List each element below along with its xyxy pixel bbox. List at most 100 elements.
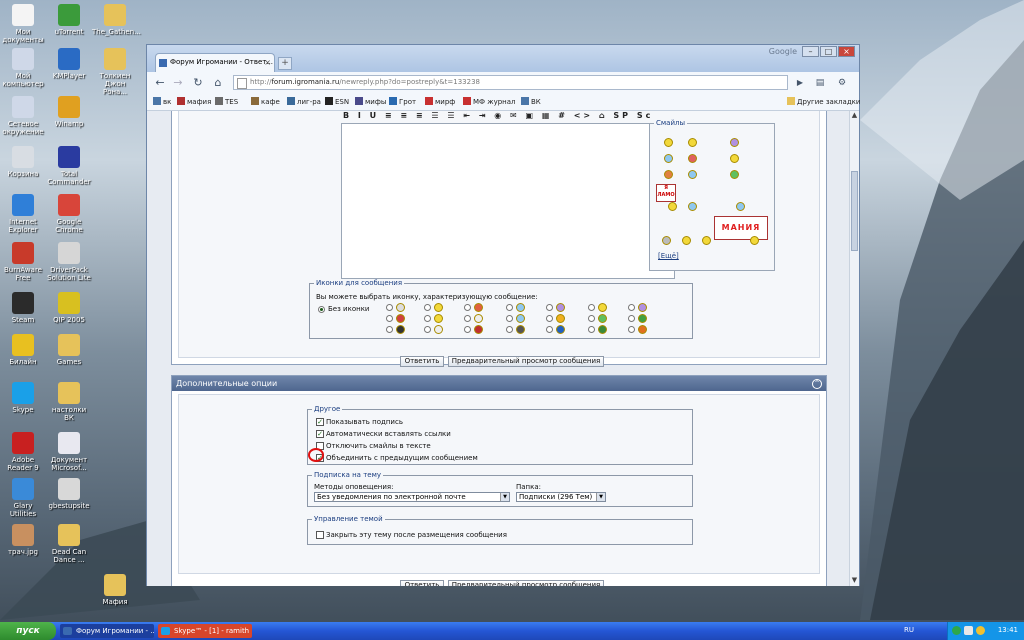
notify-method-select[interactable]: Без уведомления по электронной почте ▼ — [314, 492, 510, 502]
desktop-icon[interactable]: uTorrent — [46, 4, 92, 36]
desktop-icon[interactable]: настолки ВК — [46, 382, 92, 422]
new-tab-button[interactable]: + — [278, 57, 292, 70]
editor-toolbar[interactable]: B I U ≡ ≡ ≡ ☰ ☰ ⇤ ⇥ ◉ ✉ ▣ ▦ # <> ⌂ SP Sc — [343, 111, 653, 120]
close-tab-icon[interactable]: × — [264, 54, 271, 71]
desktop-icon[interactable]: QIP 2005 — [46, 292, 92, 324]
post-icon-radio[interactable] — [506, 326, 513, 333]
desktop-icon[interactable]: Games — [46, 334, 92, 366]
bookmark-item[interactable]: кафе — [251, 97, 280, 106]
submit-reply-button-bottom[interactable]: Ответить — [400, 580, 444, 586]
post-icon-radio[interactable] — [424, 315, 431, 322]
no-icon-radio[interactable] — [318, 306, 325, 313]
post-icon-radio[interactable] — [588, 304, 595, 311]
desktop-icon[interactable]: Internet Explorer — [0, 194, 46, 234]
submit-reply-button[interactable]: Ответить — [400, 356, 444, 367]
desktop-icon[interactable]: Билайн — [0, 334, 46, 366]
desktop-icon[interactable]: Skype — [0, 382, 46, 414]
desktop-icon[interactable]: Толкиен Джон Рона... — [92, 48, 138, 96]
scroll-down-icon[interactable]: ▼ — [850, 576, 859, 586]
additional-options-header[interactable]: Дополнительные опции ^ — [172, 376, 826, 391]
smiley-icon[interactable] — [664, 154, 673, 163]
bookmark-item[interactable]: TES — [215, 97, 238, 106]
maximize-button[interactable]: □ — [820, 46, 837, 57]
smiley-icon[interactable] — [664, 170, 673, 179]
post-icon-radio[interactable] — [546, 315, 553, 322]
desktop-icon[interactable]: DriverPack Solution Lite — [46, 242, 92, 282]
page-menu-icon[interactable]: ▤ — [813, 76, 827, 90]
desktop-icon[interactable]: трач.jpg — [0, 524, 46, 556]
bookmark-item[interactable]: лиг-ра — [287, 97, 321, 106]
post-icon-radio[interactable] — [546, 326, 553, 333]
desktop-icon[interactable]: BurnAware Free — [0, 242, 46, 282]
smiley-icon[interactable] — [730, 154, 739, 163]
post-icon-radio[interactable] — [464, 304, 471, 311]
mania-smiley-icon[interactable]: МАНИЯ — [714, 216, 768, 240]
desktop-icon[interactable]: Winamp — [46, 96, 92, 128]
taskbar-task[interactable]: Форум Игромании - ... — [60, 624, 154, 638]
desktop-icon[interactable]: KMPlayer — [46, 48, 92, 80]
close-thread-checkbox[interactable] — [316, 531, 324, 539]
desktop-icon[interactable]: gbestupsite — [46, 478, 92, 510]
post-icon-radio[interactable] — [464, 326, 471, 333]
smiley-icon[interactable] — [662, 236, 671, 245]
start-button[interactable]: пуск — [0, 622, 56, 640]
home-icon[interactable]: ⌂ — [211, 76, 225, 90]
desktop-icon[interactable]: Корзина — [0, 146, 46, 178]
preview-post-button[interactable]: Предварительный просмотр сообщения — [448, 356, 604, 367]
post-icon-radio[interactable] — [386, 326, 393, 333]
desktop-icon[interactable]: Google Chrome — [46, 194, 92, 234]
desktop-icon[interactable]: Glary Utilities — [0, 478, 46, 518]
taskbar-task[interactable]: Skype™ - [1] - ramith — [158, 624, 252, 638]
post-icon-radio[interactable] — [506, 304, 513, 311]
desktop-icon[interactable]: Мой компьютер — [0, 48, 46, 88]
smiley-icon[interactable] — [664, 138, 673, 147]
sign-smiley-icon[interactable]: Я ЛАМО — [656, 184, 676, 202]
smiley-icon[interactable] — [682, 236, 691, 245]
reload-icon[interactable]: ↻ — [191, 76, 205, 90]
smiley-icon[interactable] — [750, 236, 759, 245]
post-icon-radio[interactable] — [588, 315, 595, 322]
language-indicator[interactable]: RU — [904, 626, 914, 634]
auto-links-checkbox[interactable]: ✓ — [316, 430, 324, 438]
post-icon-radio[interactable] — [628, 304, 635, 311]
go-arrow-icon[interactable]: ▶ — [793, 76, 807, 90]
post-icon-radio[interactable] — [588, 326, 595, 333]
show-signature-checkbox[interactable]: ✓ — [316, 418, 324, 426]
bookmark-item[interactable]: ВК — [521, 97, 541, 106]
message-textarea[interactable] — [341, 123, 675, 279]
post-icon-radio[interactable] — [424, 304, 431, 311]
post-icon-radio[interactable] — [424, 326, 431, 333]
address-bar[interactable]: http://forum.igromania.ru/newreply.php?d… — [233, 75, 788, 90]
scrollbar-thumb[interactable] — [851, 171, 858, 251]
post-icon-radio[interactable] — [628, 315, 635, 322]
desktop-icon[interactable]: Мои документы — [0, 4, 46, 44]
scroll-up-icon[interactable]: ▲ — [850, 111, 859, 121]
desktop-icon[interactable]: The_Gathen... — [92, 4, 141, 36]
post-icon-radio[interactable] — [464, 315, 471, 322]
collapse-icon[interactable]: ^ — [812, 379, 822, 389]
desktop-icon[interactable]: Мафия — [92, 574, 138, 606]
desktop-icon[interactable]: Сетевое окружение — [0, 96, 46, 136]
desktop-icon[interactable]: Steam — [0, 292, 46, 324]
desktop-icon[interactable]: Документ Microsof... — [46, 432, 92, 472]
wrench-icon[interactable]: ⚙ — [835, 76, 849, 90]
more-smilies-link[interactable]: [Ещё] — [658, 252, 679, 260]
bookmark-item[interactable]: МФ журнал — [463, 97, 516, 106]
post-icon-radio[interactable] — [546, 304, 553, 311]
desktop-icon[interactable]: Adobe Reader 9 — [0, 432, 46, 472]
post-icon-radio[interactable] — [628, 326, 635, 333]
folder-select[interactable]: Подписки (296 Тем) ▼ — [516, 492, 606, 502]
tray-icon[interactable] — [952, 626, 961, 635]
smiley-icon[interactable] — [688, 154, 697, 163]
smiley-icon[interactable] — [688, 202, 697, 211]
bookmark-item[interactable]: мафия — [177, 97, 211, 106]
bookmark-item[interactable]: Грот — [389, 97, 416, 106]
smiley-icon[interactable] — [702, 236, 711, 245]
smiley-icon[interactable] — [668, 202, 677, 211]
preview-post-button-bottom[interactable]: Предварительный просмотр сообщения — [448, 580, 604, 586]
browser-tab[interactable]: Форум Игромании - Ответ... × — [155, 53, 275, 72]
tray-icon[interactable] — [976, 626, 985, 635]
close-window-button[interactable]: × — [838, 46, 855, 57]
smiley-icon[interactable] — [688, 170, 697, 179]
bookmark-item[interactable]: вк — [153, 97, 171, 106]
